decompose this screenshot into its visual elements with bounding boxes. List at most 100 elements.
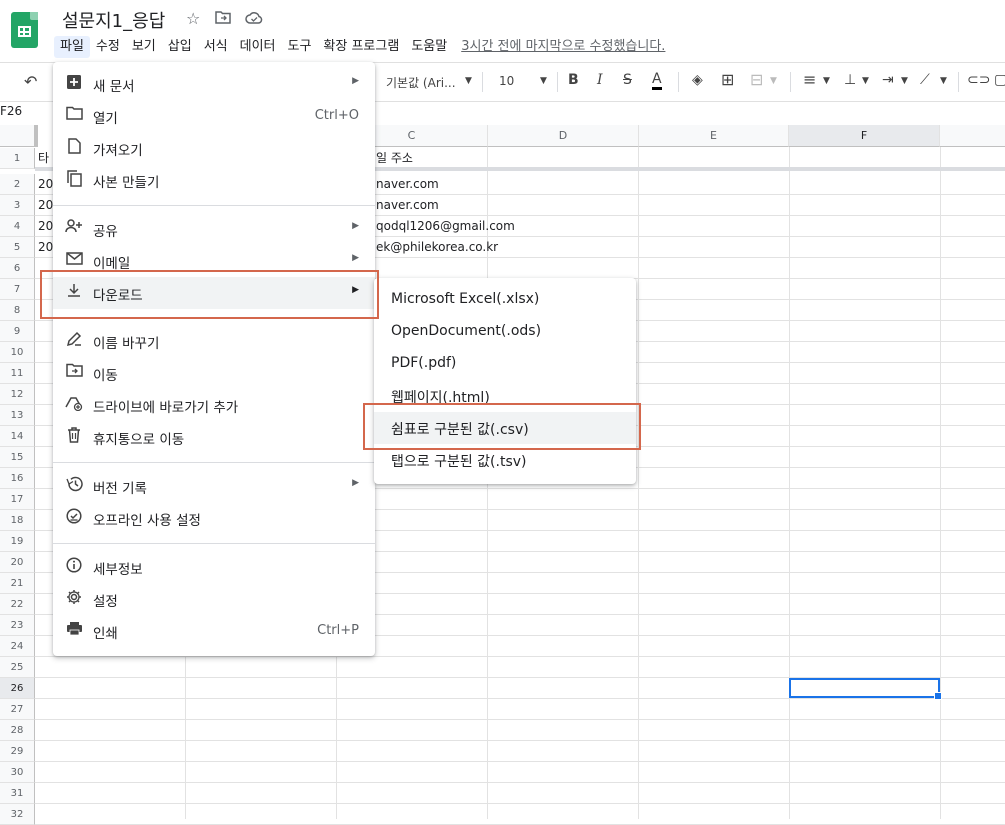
menu-item-import[interactable]: 가져오기 [53, 132, 375, 164]
menu-item-new[interactable]: 새 문서 ▶ [53, 68, 375, 100]
fill-color-icon[interactable]: ◈ [692, 72, 703, 88]
row-header[interactable]: 9 [0, 321, 35, 342]
merge-cells-icon[interactable]: ⊟ [750, 70, 763, 89]
row-header[interactable]: 28 [0, 720, 35, 741]
menu-item-move[interactable]: 이동 [53, 357, 375, 389]
row-header[interactable]: 23 [0, 615, 35, 636]
download-pdf[interactable]: PDF(.pdf) [374, 348, 636, 380]
cell-a3[interactable]: 20 [38, 195, 53, 216]
chevron-down-icon[interactable]: ▼ [901, 76, 908, 86]
row-header[interactable]: 20 [0, 552, 35, 573]
row-header[interactable]: 8 [0, 300, 35, 321]
row-header[interactable]: 14 [0, 426, 35, 447]
cell-c1[interactable]: 일 주소 [376, 148, 413, 169]
row-header[interactable]: 24 [0, 636, 35, 657]
cell-a4[interactable]: 20 [38, 216, 53, 237]
undo-icon[interactable]: ↶ [24, 72, 37, 91]
text-rotation-icon[interactable]: ⟋ [920, 72, 930, 88]
menu-edit[interactable]: 수정 [90, 36, 126, 58]
row-header[interactable]: 25 [0, 657, 35, 678]
chevron-down-icon[interactable]: ▼ [540, 76, 547, 86]
menu-item-version-history[interactable]: 버전 기록 ▶ [53, 470, 375, 502]
cell-c4[interactable]: qodql1206@gmail.com [376, 216, 515, 237]
row-header[interactable]: 12 [0, 384, 35, 405]
google-sheets-logo[interactable] [11, 12, 38, 48]
cell-a2[interactable]: 20 [38, 174, 53, 195]
row-header[interactable]: 32 [0, 804, 35, 825]
menu-help[interactable]: 도움말 [405, 36, 453, 58]
chevron-down-icon[interactable]: ▼ [823, 76, 830, 86]
menu-view[interactable]: 보기 [126, 36, 162, 58]
row-header[interactable]: 26 [0, 678, 35, 699]
row-header[interactable]: 13 [0, 405, 35, 426]
row-header[interactable]: 10 [0, 342, 35, 363]
vertical-align-icon[interactable]: ⊥ [844, 72, 856, 88]
row-header[interactable]: 17 [0, 489, 35, 510]
row-header[interactable]: 4 [0, 216, 35, 237]
cloud-saved-icon[interactable] [245, 9, 263, 28]
row-header[interactable]: 16 [0, 468, 35, 489]
strikethrough-icon[interactable]: S [623, 72, 632, 88]
star-icon[interactable]: ☆ [186, 9, 200, 28]
menu-item-print[interactable]: 인쇄 Ctrl+P [53, 615, 375, 647]
last-edit-link[interactable]: 3시간 전에 마지막으로 수정했습니다. [461, 36, 665, 58]
column-header-e[interactable]: E [639, 125, 789, 147]
row-header[interactable]: 29 [0, 741, 35, 762]
row-header[interactable]: 18 [0, 510, 35, 531]
insert-comment-icon[interactable]: ▢ [994, 72, 1005, 88]
column-header-g[interactable] [940, 125, 1005, 147]
text-color-icon[interactable]: A [652, 72, 662, 90]
cell-a1[interactable]: 타 [38, 148, 49, 169]
cell-a5[interactable]: 20 [38, 237, 53, 258]
bold-icon[interactable]: B [568, 72, 579, 88]
cell-c2[interactable]: naver.com [376, 174, 439, 195]
italic-icon[interactable]: I [597, 72, 603, 88]
menu-tools[interactable]: 도구 [282, 36, 318, 58]
font-size-select[interactable]: 10 [499, 74, 514, 88]
menu-file[interactable]: 파일 [54, 36, 90, 58]
menu-item-share[interactable]: 공유 ▶ [53, 213, 375, 245]
row-header[interactable]: 11 [0, 363, 35, 384]
row-header[interactable]: 7 [0, 279, 35, 300]
cell-c5[interactable]: ek@philekorea.co.kr [376, 237, 498, 258]
document-title[interactable]: 설문지1_응답 [62, 7, 165, 33]
menu-item-trash[interactable]: 휴지통으로 이동 [53, 421, 375, 453]
active-cell-f26[interactable] [789, 678, 942, 700]
row-header[interactable]: 2 [0, 174, 35, 195]
menu-item-offline[interactable]: 오프라인 사용 설정 [53, 502, 375, 534]
move-folder-icon[interactable] [215, 9, 231, 28]
row-header[interactable]: 1 [0, 148, 35, 169]
menu-data[interactable]: 데이터 [234, 36, 282, 58]
menu-extensions[interactable]: 확장 프로그램 [317, 36, 405, 58]
download-ods[interactable]: OpenDocument(.ods) [374, 316, 636, 348]
name-box[interactable]: F26 [0, 104, 22, 118]
chevron-down-icon[interactable]: ▼ [862, 76, 869, 86]
menu-insert[interactable]: 삽입 [162, 36, 198, 58]
select-all-corner[interactable] [0, 125, 35, 147]
text-wrap-icon[interactable]: ⇥ [882, 72, 894, 88]
row-header[interactable]: 22 [0, 594, 35, 615]
row-header[interactable]: 31 [0, 783, 35, 804]
menu-item-add-shortcut[interactable]: 드라이브에 바로가기 추가 [53, 389, 375, 421]
column-header-d[interactable]: D [488, 125, 639, 147]
menu-item-details[interactable]: 세부정보 [53, 551, 375, 583]
row-header[interactable]: 6 [0, 258, 35, 279]
menu-item-rename[interactable]: 이름 바꾸기 [53, 325, 375, 357]
insert-link-icon[interactable]: ⊂⊃ [967, 72, 990, 88]
align-left-icon[interactable]: ≡ [803, 70, 816, 89]
menu-item-settings[interactable]: 설정 [53, 583, 375, 615]
row-header[interactable]: 30 [0, 762, 35, 783]
row-header[interactable]: 15 [0, 447, 35, 468]
menu-item-make-copy[interactable]: 사본 만들기 [53, 164, 375, 196]
font-family-select[interactable]: 기본값 (Ari... [386, 74, 456, 91]
row-header[interactable]: 27 [0, 699, 35, 720]
row-header[interactable]: 3 [0, 195, 35, 216]
menu-format[interactable]: 서식 [198, 36, 234, 58]
menu-item-open[interactable]: 열기 Ctrl+O [53, 100, 375, 132]
frozen-column-handle[interactable] [35, 125, 38, 147]
cell-c3[interactable]: naver.com [376, 195, 439, 216]
chevron-down-icon[interactable]: ▼ [940, 76, 947, 86]
chevron-down-icon[interactable]: ▼ [465, 76, 472, 86]
row-header[interactable]: 21 [0, 573, 35, 594]
borders-icon[interactable]: ⊞ [721, 70, 734, 89]
